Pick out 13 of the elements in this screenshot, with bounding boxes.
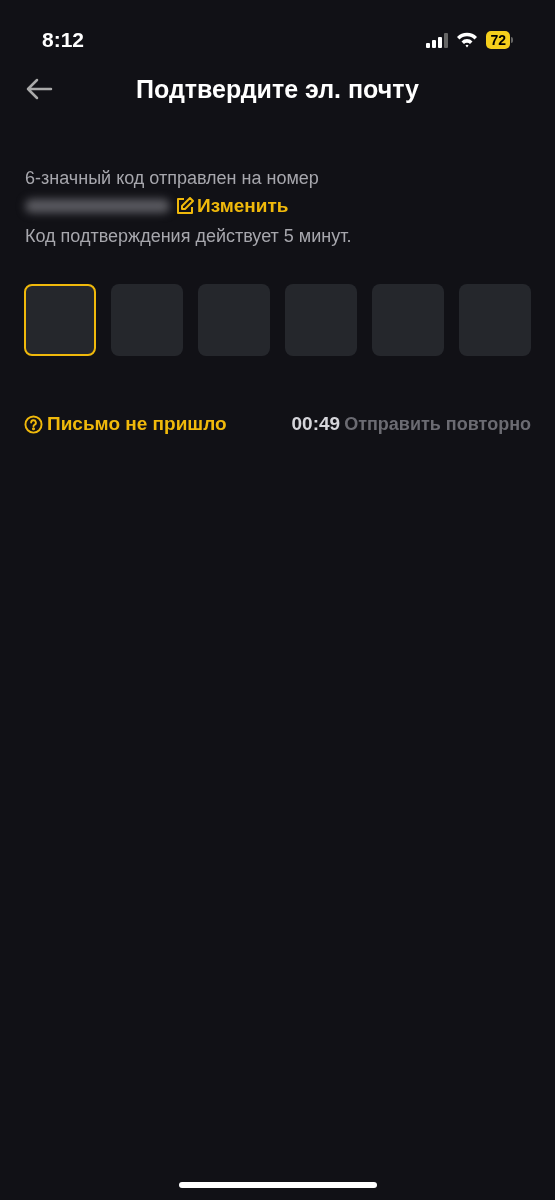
change-link[interactable]: Изменить (176, 192, 289, 220)
signal-icon (426, 32, 449, 48)
sent-text: 6-значный код отправлен на номер (25, 167, 320, 190)
help-link[interactable]: Письмо не пришло (24, 410, 227, 439)
battery-indicator: 72 (486, 31, 513, 49)
status-time: 8:12 (42, 27, 85, 54)
code-digit-field[interactable] (24, 284, 96, 356)
wifi-icon (456, 32, 479, 48)
countdown-timer: 00:49 (291, 412, 341, 436)
page-title: Подтвердите эл. почту (136, 74, 419, 106)
validity-text: Код подтверждения действует 5 минут. (25, 225, 353, 248)
edit-icon (176, 197, 194, 215)
question-icon (24, 414, 43, 434)
